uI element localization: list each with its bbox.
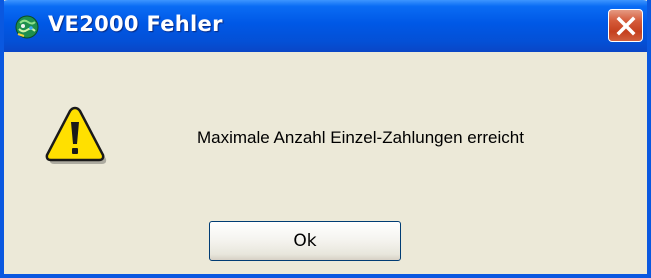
close-icon xyxy=(616,16,636,36)
warning-icon xyxy=(45,106,107,164)
ok-button[interactable]: Ok xyxy=(209,221,401,261)
close-button[interactable] xyxy=(608,9,643,42)
title-bar[interactable]: VE2000 Fehler xyxy=(4,0,647,52)
window-title: VE2000 Fehler xyxy=(48,12,223,36)
error-dialog-window: VE2000 Fehler Maximale Anzahl Einzel-Zah… xyxy=(0,0,651,278)
error-message: Maximale Anzahl Einzel-Zahlungen erreich… xyxy=(197,128,524,147)
globe-icon xyxy=(15,15,39,39)
